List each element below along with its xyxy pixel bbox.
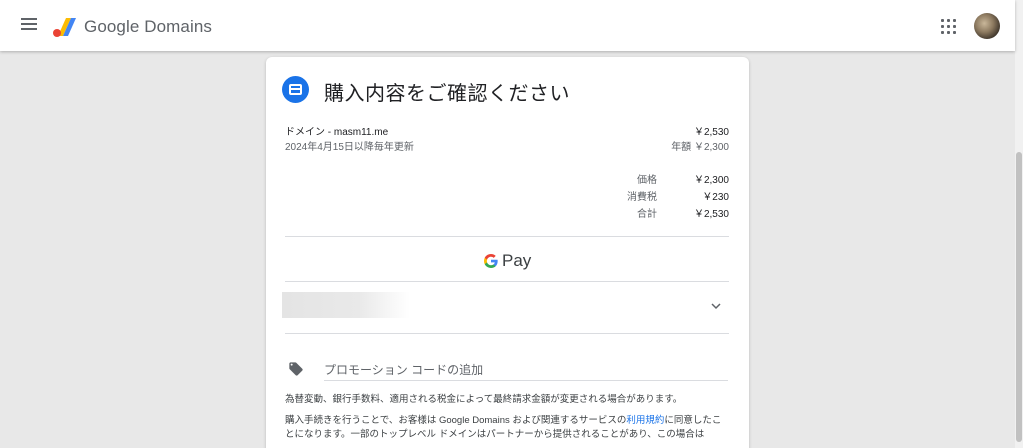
google-pay-button[interactable]: Pay — [483, 250, 531, 272]
divider — [285, 236, 729, 237]
summary-label: 消費税 — [627, 192, 657, 203]
credit-card-icon — [282, 76, 309, 103]
google-g-icon — [484, 254, 498, 268]
terms-text-before: 購入手続きを行うことで、お客様は Google Domains および関連するサ… — [285, 415, 627, 426]
promo-code-input[interactable] — [324, 359, 728, 381]
summary-label: 価格 — [637, 175, 657, 186]
apps-grid-icon[interactable] — [940, 18, 958, 36]
domain-item-name: ドメイン - masm11.me — [285, 127, 389, 138]
menu-icon[interactable] — [18, 15, 40, 37]
summary-value: ￥2,300 — [693, 175, 729, 186]
summary-label: 合計 — [637, 209, 657, 220]
brand-name[interactable]: Google Domains — [84, 17, 212, 37]
renewal-text: 2024年4月15日以降毎年更新 — [285, 142, 414, 153]
domain-item-price: ￥2,530 — [693, 127, 729, 138]
chevron-down-icon[interactable] — [710, 300, 722, 312]
google-domains-logo[interactable] — [52, 14, 78, 40]
payment-method-redacted — [282, 292, 410, 318]
annual-price: 年額 ￥2,300 — [671, 142, 729, 153]
scrollbar-thumb[interactable] — [1016, 152, 1022, 442]
avatar[interactable] — [974, 13, 1000, 39]
google-pay-label: Pay — [502, 251, 532, 270]
tag-icon — [289, 362, 303, 376]
summary-value: ￥230 — [702, 192, 729, 203]
app-bar: Google Domains — [0, 0, 1015, 51]
terms-note: 購入手続きを行うことで、お客様は Google Domains および関連するサ… — [285, 414, 730, 442]
divider — [285, 333, 729, 334]
terms-link[interactable]: 利用規約 — [626, 415, 664, 426]
payment-method-selector[interactable] — [282, 292, 728, 324]
checkout-card: 購入内容をご確認ください ドメイン - masm11.me 2024年4月15日… — [266, 57, 749, 448]
fx-note: 為替変動、銀行手数料、適用される税金によって最終請求金額が変更される場合がありま… — [285, 394, 683, 405]
divider — [285, 281, 729, 282]
summary-value: ￥2,530 — [693, 209, 729, 220]
page-title: 購入内容をご確認ください — [324, 83, 570, 105]
